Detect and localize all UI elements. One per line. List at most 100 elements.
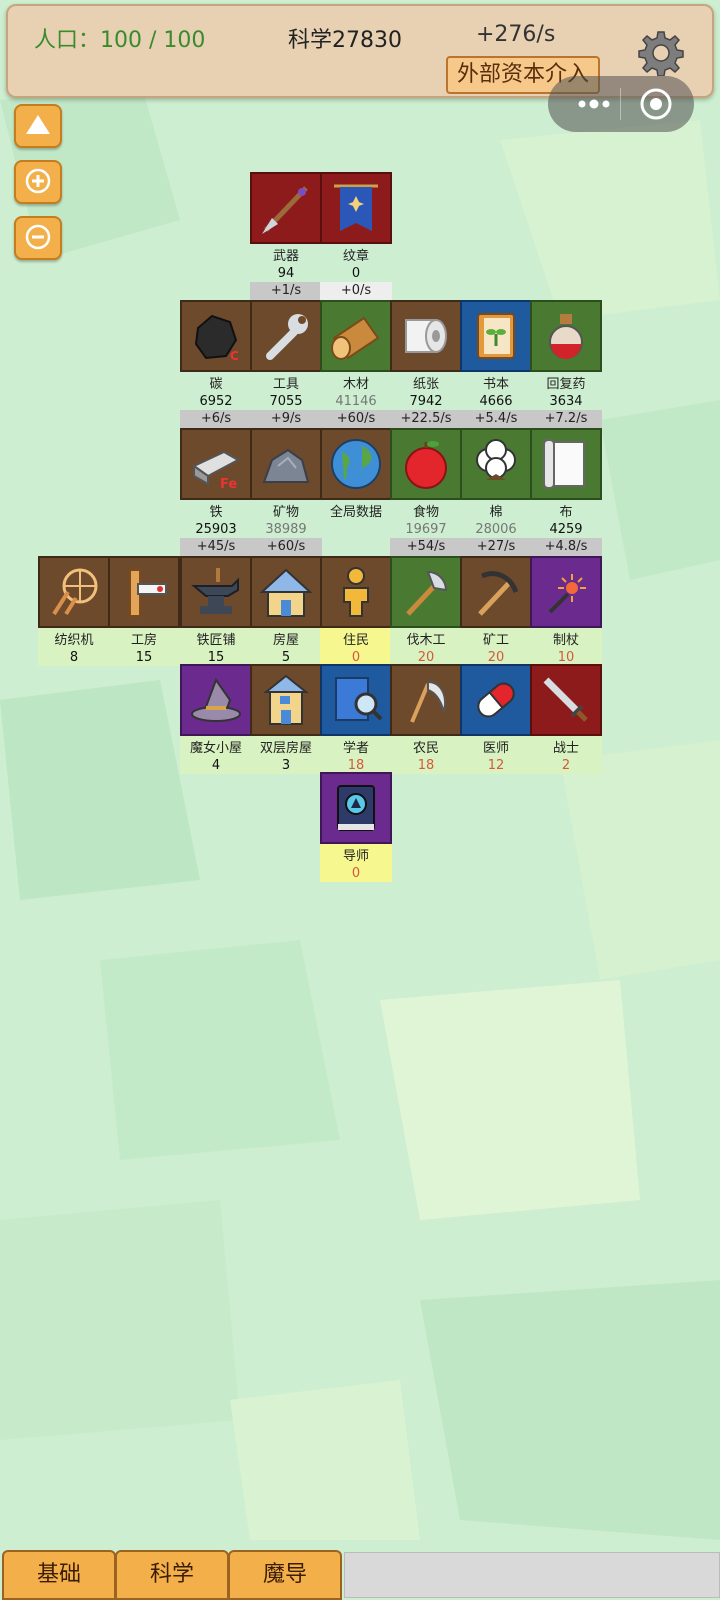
wandmaker-tile-frame[interactable] <box>530 556 602 628</box>
tile-global-data[interactable]: 全局数据 <box>320 428 392 522</box>
tile-resident[interactable]: 住民 0 <box>320 556 392 666</box>
loom-tile-frame[interactable] <box>38 556 110 628</box>
tile-carbon[interactable]: C 碳 6952 +6/s <box>180 300 252 428</box>
tile-lumberjack[interactable]: 伐木工 20 <box>390 556 462 666</box>
scholar-tile-frame[interactable] <box>320 664 392 736</box>
anvil-icon <box>191 568 239 614</box>
lumberjack-tile-frame[interactable] <box>390 556 462 628</box>
tile-label: 全局数据 <box>329 505 382 520</box>
gear-icon[interactable] <box>638 30 684 76</box>
tile-weapon[interactable]: 武器 94 +1/s <box>250 172 322 300</box>
smithy-tile-frame[interactable] <box>180 556 252 628</box>
scroll-up-button[interactable] <box>14 104 62 148</box>
tools-tile-frame[interactable] <box>250 300 322 372</box>
tile-scholar[interactable]: 学者 18 <box>320 664 392 774</box>
tile-mentor[interactable]: 导师 0 <box>320 772 392 882</box>
tile-rate: +0/s <box>320 282 392 300</box>
tile-mineral[interactable]: 矿物 38989 +60/s <box>250 428 322 556</box>
witchhut-tile-frame[interactable] <box>180 664 252 736</box>
tab-magic[interactable]: 魔导 <box>228 1550 342 1600</box>
cloth-scroll-icon <box>543 439 585 489</box>
svg-text:Fe: Fe <box>220 477 237 492</box>
tile-cotton[interactable]: 棉 28006 +27/s <box>460 428 532 556</box>
duplex-tile-frame[interactable] <box>250 664 322 736</box>
tile-emblem[interactable]: 纹章 0 +0/s <box>320 172 392 300</box>
person-icon <box>343 567 369 617</box>
tile-book[interactable]: 书本 4666 +5.4/s <box>460 300 532 428</box>
tile-rate: +7.2/s <box>530 410 602 428</box>
doctor-tile-frame[interactable] <box>460 664 532 736</box>
tile-iron[interactable]: Fe 铁 25903 +45/s <box>180 428 252 556</box>
bottom-tab-bar: 基础 科学 魔导 <box>0 1550 720 1600</box>
zoom-in-button[interactable] <box>14 160 62 204</box>
cotton-tile-frame[interactable] <box>460 428 532 500</box>
global-tile-frame[interactable] <box>320 428 392 500</box>
iron-tile-frame[interactable]: Fe <box>180 428 252 500</box>
tile-house[interactable]: 房屋 5 <box>250 556 322 666</box>
food-tile-frame[interactable] <box>390 428 462 500</box>
tile-rate: +27/s <box>460 538 532 556</box>
saw-icon <box>129 569 167 617</box>
tile-wandmaker[interactable]: 制杖 10 <box>530 556 602 666</box>
tile-wood[interactable]: 木材 41146 +60/s <box>320 300 392 428</box>
tile-food[interactable]: 食物 19697 +54/s <box>390 428 462 556</box>
tile-workshop[interactable]: 工房 15 <box>108 556 180 666</box>
tile-doctor[interactable]: 医师 12 <box>460 664 532 774</box>
warrior-tile-frame[interactable] <box>530 664 602 736</box>
magic-wand-icon <box>548 574 586 614</box>
tile-tools[interactable]: 工具 7055 +9/s <box>250 300 322 428</box>
tile-label: 战士 <box>552 741 579 756</box>
mineral-tile-frame[interactable] <box>250 428 322 500</box>
tile-paper[interactable]: 纸张 7942 +22.5/s <box>390 300 462 428</box>
tile-witch-hut[interactable]: 魔女小屋 4 <box>180 664 252 774</box>
cloth-tile-frame[interactable] <box>530 428 602 500</box>
tile-value: 3 <box>281 758 291 773</box>
tile-value: 12 <box>487 758 505 773</box>
tile-loom[interactable]: 纺织机 8 <box>38 556 110 666</box>
emblem-tile-frame[interactable] <box>320 172 392 244</box>
tile-value: 38989 <box>265 522 307 537</box>
tile-smithy[interactable]: 铁匠铺 15 <box>180 556 252 666</box>
tile-duplex[interactable]: 双层房屋 3 <box>250 664 322 774</box>
farmer-tile-frame[interactable] <box>390 664 462 736</box>
tile-label: 回复药 <box>546 377 586 392</box>
tile-warrior[interactable]: 战士 2 <box>530 664 602 774</box>
tile-farmer[interactable]: 农民 18 <box>390 664 462 774</box>
weapon-tile-frame[interactable] <box>250 172 322 244</box>
spellbook-icon <box>337 785 375 831</box>
population-counter: 人口：100 / 100 <box>34 28 206 53</box>
more-dots-icon[interactable] <box>570 86 620 122</box>
zoom-out-button[interactable] <box>14 216 62 260</box>
tile-rate: +54/s <box>390 538 462 556</box>
paper-tile-frame[interactable] <box>390 300 462 372</box>
tile-cloth[interactable]: 布 4259 +4.8/s <box>530 428 602 556</box>
banner-icon <box>334 184 378 231</box>
tab-basic[interactable]: 基础 <box>2 1550 116 1600</box>
tile-label: 矿工 <box>482 633 509 648</box>
tile-label: 铁匠铺 <box>196 633 236 648</box>
tile-potion[interactable]: 回复药 3634 +7.2/s <box>530 300 602 428</box>
scythe-icon <box>410 680 446 723</box>
miner-tile-frame[interactable] <box>460 556 532 628</box>
tile-label: 书本 <box>482 377 509 392</box>
potion-tile-frame[interactable] <box>530 300 602 372</box>
tile-miner[interactable]: 矿工 20 <box>460 556 532 666</box>
science-counter: 科学27830 <box>288 28 402 53</box>
record-icon[interactable] <box>638 86 674 122</box>
tile-label: 导师 <box>342 849 369 864</box>
tile-rate: +60/s <box>250 538 322 556</box>
mentor-tile-frame[interactable] <box>320 772 392 844</box>
resident-tile-frame[interactable] <box>320 556 392 628</box>
tile-label: 制杖 <box>552 633 579 648</box>
minus-icon <box>25 224 51 250</box>
house-tile-frame[interactable] <box>250 556 322 628</box>
wood-tile-frame[interactable] <box>320 300 392 372</box>
tile-value: 0 <box>351 866 361 881</box>
workshop-tile-frame[interactable] <box>108 556 180 628</box>
carbon-tile-frame[interactable]: C <box>180 300 252 372</box>
book-tile-frame[interactable] <box>460 300 532 372</box>
tile-value: 6952 <box>199 394 233 409</box>
tile-value: 7942 <box>409 394 443 409</box>
tile-value: 28006 <box>475 522 517 537</box>
tab-science[interactable]: 科学 <box>115 1550 229 1600</box>
